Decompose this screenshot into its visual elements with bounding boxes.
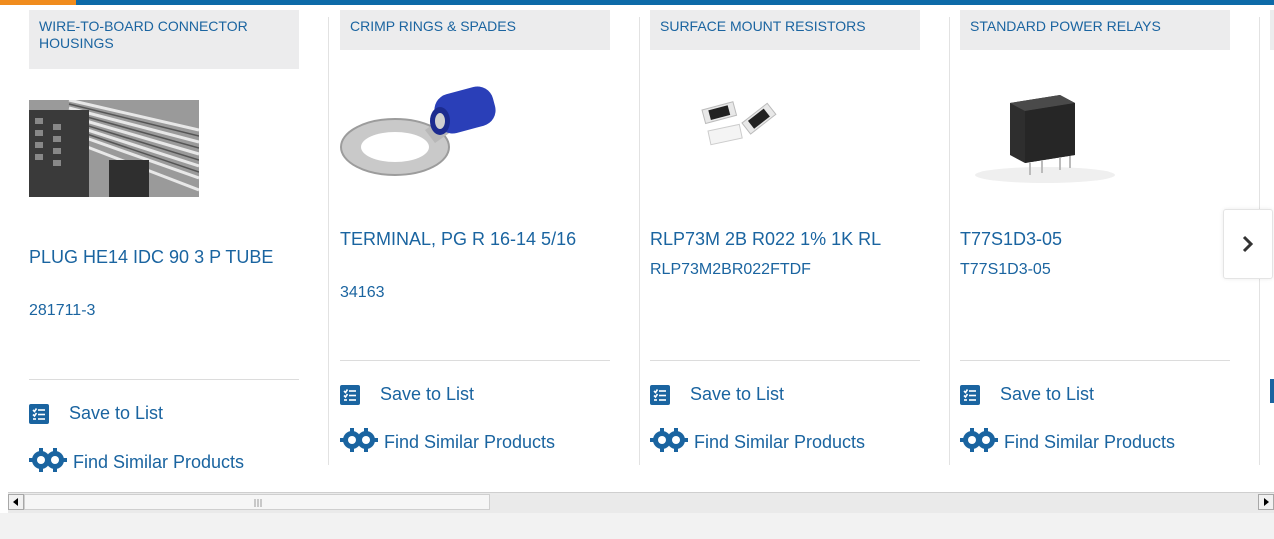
card-separator — [650, 360, 920, 361]
smd-resistor-photo — [701, 101, 777, 146]
connector-housing-photo — [29, 98, 200, 197]
checklist-icon — [1270, 379, 1274, 403]
scroll-left-button[interactable] — [8, 494, 24, 510]
save-to-list-label: Save to List — [69, 403, 164, 423]
category-label[interactable]: CRIMP RINGS & SPADES — [340, 10, 610, 50]
save-to-list-button[interactable]: Save to List — [960, 384, 1094, 405]
card-separator — [29, 379, 299, 380]
card-divider — [639, 17, 640, 465]
grip-icon — [254, 499, 262, 507]
part-number[interactable]: 281711-3 — [29, 302, 95, 320]
save-to-list-button[interactable]: Save to List — [650, 384, 784, 405]
product-image[interactable] — [340, 85, 610, 205]
save-to-list-label: Save to List — [1000, 384, 1095, 404]
save-to-list-label: Save to List — [380, 384, 475, 404]
card-divider — [949, 17, 950, 465]
scroll-right-icon — [1264, 498, 1269, 506]
find-similar-button[interactable]: Find Similar Products — [650, 428, 865, 457]
save-to-list-label: Save to List — [690, 384, 785, 404]
find-similar-label: Find Similar Products — [73, 452, 245, 472]
product-image[interactable] — [29, 98, 299, 220]
gears-icon — [29, 448, 67, 477]
part-number[interactable]: 34163 — [340, 284, 385, 302]
save-to-list-button[interactable]: Save to List — [340, 384, 474, 405]
product-card: CRIMP RINGS & SPADES TERMINAL, PG R 16-1… — [340, 5, 640, 470]
carousel-next-button[interactable] — [1223, 209, 1273, 279]
product-title[interactable]: TERMINAL, PG R 16-14 5/16 — [340, 229, 590, 249]
find-similar-label: Find Similar Products — [1004, 432, 1176, 452]
card-divider — [328, 17, 329, 465]
part-number[interactable]: RLP73M2BR022FTDF — [650, 261, 811, 279]
checklist-icon — [29, 403, 49, 424]
product-carousel: WIRE-TO-BOARD CONNECTOR HOUSINGS PLUG HE… — [0, 5, 1274, 490]
checklist-icon — [340, 384, 360, 405]
product-title[interactable]: RLP73M 2B R022 1% 1K RL — [650, 229, 900, 249]
bottom-panel — [0, 513, 1274, 539]
card-separator — [960, 360, 1230, 361]
chevron-right-icon — [1242, 235, 1254, 253]
find-similar-button[interactable]: Find Similar Products — [29, 448, 244, 477]
category-label[interactable]: SURFACE MOUNT RESISTORS — [650, 10, 920, 50]
part-number[interactable]: T77S1D3-05 — [960, 261, 1051, 279]
power-relay-photo — [975, 95, 1115, 183]
find-similar-label: Find Similar Products — [384, 432, 556, 452]
product-card: STANDARD POWER RELAYS T77S1D3-05 T77S1D3… — [960, 5, 1260, 470]
scroll-left-icon — [13, 498, 18, 506]
product-card: WIRE-TO-BOARD CONNECTOR HOUSINGS PLUG HE… — [29, 5, 329, 472]
find-similar-button[interactable]: Find Similar Products — [960, 428, 1175, 457]
save-to-list-button[interactable]: Save to List — [29, 403, 163, 424]
horizontal-scrollbar[interactable] — [8, 492, 1274, 513]
category-label[interactable]: STANDARD POWER RELAYS — [960, 10, 1230, 50]
gears-icon — [960, 428, 998, 457]
category-label[interactable]: WIRE-TO-BOARD CONNECTOR HOUSINGS — [29, 10, 299, 69]
scrollbar-thumb[interactable] — [24, 494, 490, 510]
checklist-icon — [650, 384, 670, 405]
find-similar-button[interactable]: Find Similar Products — [340, 428, 555, 457]
gears-icon — [340, 428, 378, 457]
product-image[interactable] — [960, 85, 1230, 205]
gears-icon — [650, 428, 688, 457]
product-card: SURFACE MOUNT RESISTORS RLP73M 2B R022 1… — [650, 5, 950, 470]
scroll-right-button[interactable] — [1258, 494, 1274, 510]
card-separator — [340, 360, 610, 361]
category-label[interactable] — [1270, 10, 1274, 50]
checklist-icon — [960, 384, 980, 405]
ring-terminal-photo — [340, 86, 496, 176]
product-image[interactable] — [650, 85, 920, 205]
product-title[interactable]: T77S1D3-05 — [960, 229, 1210, 249]
product-title[interactable]: PLUG HE14 IDC 90 3 P TUBE — [29, 247, 279, 267]
find-similar-label: Find Similar Products — [694, 432, 866, 452]
